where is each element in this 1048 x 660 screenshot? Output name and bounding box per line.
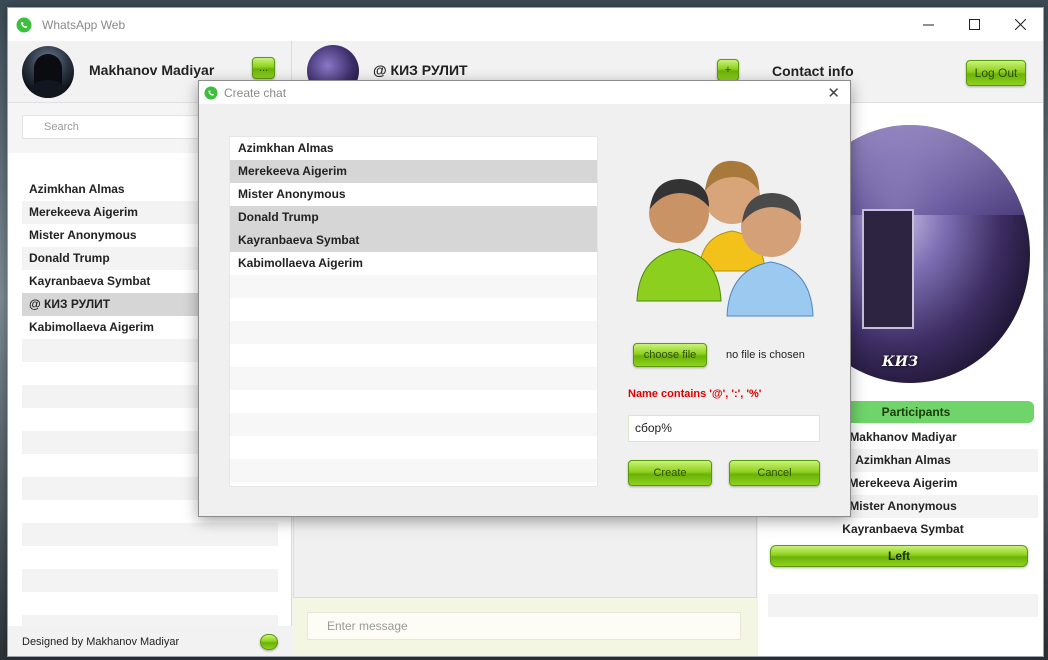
photo-caption: КИЗ xyxy=(882,354,919,370)
close-icon xyxy=(1014,19,1026,30)
settings-button[interactable] xyxy=(260,634,278,650)
list-filler-area xyxy=(768,571,1038,640)
cancel-button[interactable]: Cancel xyxy=(729,460,820,486)
maximize-icon xyxy=(968,19,980,30)
window-title: WhatsApp Web xyxy=(42,17,126,32)
whatsapp-icon xyxy=(204,85,218,100)
create-chat-dialog: Create chat ✕ Azimkhan Almas Merekeeva A… xyxy=(198,80,851,517)
list-filler xyxy=(22,569,278,592)
avatar-body xyxy=(26,80,70,98)
contact-info-title: Contact info xyxy=(772,63,854,79)
chat-name-input[interactable]: сбор% xyxy=(628,415,820,442)
list-filler xyxy=(230,436,597,459)
list-filler xyxy=(230,390,597,413)
whatsapp-icon xyxy=(16,17,32,32)
user-name: Makhanov Madiyar xyxy=(89,62,215,78)
validation-error: Name contains '@', ':', '%' xyxy=(628,388,762,400)
chat-name: @ КИЗ РУЛИТ xyxy=(373,62,468,78)
list-filler xyxy=(230,367,597,390)
participant-item[interactable]: Kayranbaeva Symbat xyxy=(768,518,1038,541)
dialog-contact-list: Azimkhan Almas Merekeeva Aigerim Mister … xyxy=(229,136,598,487)
dialog-contact-item-selected[interactable]: Merekeeva Aigerim xyxy=(230,160,597,183)
dialog-title: Create chat xyxy=(224,85,287,100)
user-menu-button[interactable]: ... xyxy=(252,57,275,79)
list-filler xyxy=(230,413,597,436)
list-filler xyxy=(22,592,278,615)
leave-chat-button[interactable]: Left xyxy=(770,545,1028,567)
dialog-contact-item[interactable]: Mister Anonymous xyxy=(230,183,597,206)
list-filler xyxy=(230,298,597,321)
photo-sign xyxy=(862,209,914,329)
dialog-contact-item-selected[interactable]: Kayranbaeva Symbat xyxy=(230,229,597,252)
list-filler xyxy=(768,594,1038,617)
close-window-button[interactable] xyxy=(997,8,1043,41)
user-avatar xyxy=(22,46,74,98)
minimize-button[interactable] xyxy=(905,8,951,41)
list-filler xyxy=(22,546,278,569)
list-filler xyxy=(230,344,597,367)
window-controls xyxy=(905,8,1043,41)
dialog-contact-item[interactable]: Kabimollaeva Aigerim xyxy=(230,252,597,275)
file-status: no file is chosen xyxy=(726,349,805,361)
choose-file-button[interactable]: choose file xyxy=(633,343,707,367)
list-filler xyxy=(22,523,278,546)
footer-credit: Designed by Makhanov Madiyar xyxy=(22,636,180,648)
list-filler xyxy=(768,617,1038,640)
message-input[interactable]: Enter message xyxy=(307,612,741,640)
message-composer: Enter message xyxy=(293,598,757,656)
add-participant-button[interactable]: + xyxy=(717,59,739,81)
dialog-title-bar: Create chat ✕ xyxy=(199,81,850,104)
list-filler xyxy=(230,275,597,298)
maximize-button[interactable] xyxy=(951,8,997,41)
list-filler xyxy=(230,321,597,344)
minimize-icon xyxy=(922,24,934,26)
list-filler xyxy=(230,459,597,482)
title-bar: WhatsApp Web xyxy=(8,8,1043,41)
dialog-contact-item-selected[interactable]: Donald Trump xyxy=(230,206,597,229)
list-filler xyxy=(768,571,1038,594)
dialog-close-button[interactable]: ✕ xyxy=(827,84,840,102)
dialog-contact-item[interactable]: Azimkhan Almas xyxy=(230,137,597,160)
create-button[interactable]: Create xyxy=(628,460,712,486)
group-users-icon xyxy=(636,160,814,317)
footer-bar: Designed by Makhanov Madiyar xyxy=(8,626,292,656)
logout-button[interactable]: Log Out xyxy=(966,60,1026,86)
